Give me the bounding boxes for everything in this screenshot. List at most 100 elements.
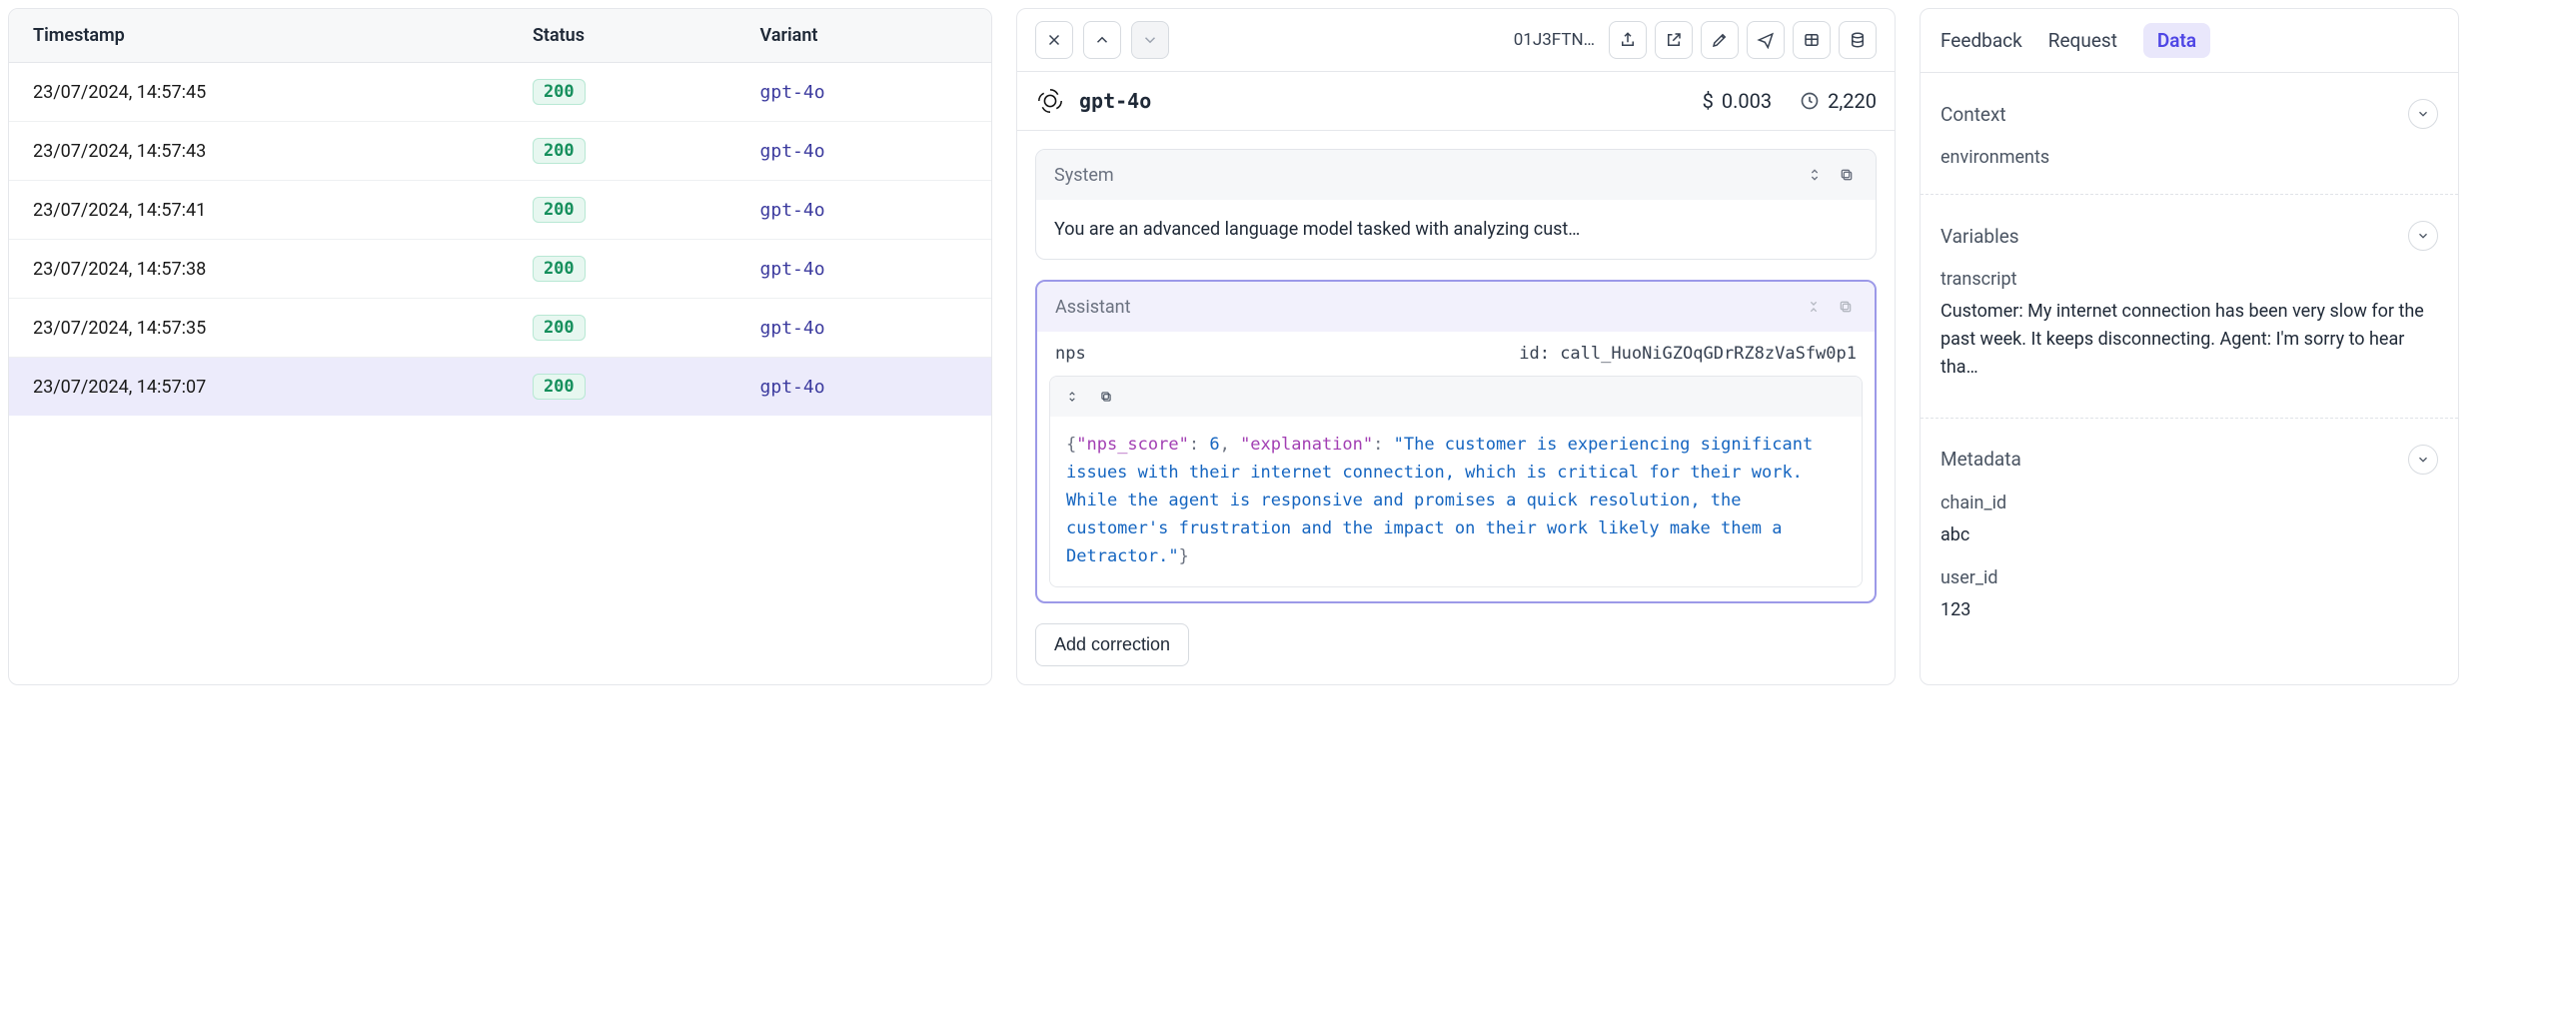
table-row[interactable]: 23/07/2024, 14:57:43 200 gpt-4o — [9, 122, 991, 181]
chevron-up-icon — [1093, 31, 1111, 49]
cell-variant: gpt-4o — [736, 358, 991, 417]
detail-meta: gpt-4o $ 0.003 2,220 — [1017, 72, 1895, 131]
detail-panel: 01J3FTN… gpt-4o — [1016, 8, 1896, 685]
variables-collapse-toggle[interactable] — [2408, 221, 2438, 251]
cell-variant: gpt-4o — [736, 181, 991, 240]
variant-link[interactable]: gpt-4o — [760, 82, 825, 103]
cell-variant: gpt-4o — [736, 63, 991, 122]
cell-status: 200 — [509, 358, 736, 417]
cell-variant: gpt-4o — [736, 240, 991, 299]
metadata-value: abc — [1940, 521, 2438, 549]
detail-toolbar: 01J3FTN… — [1017, 9, 1895, 72]
cell-timestamp: 23/07/2024, 14:57:38 — [9, 240, 509, 299]
tab-feedback[interactable]: Feedback — [1940, 29, 2022, 52]
expand-toggle[interactable] — [1804, 164, 1826, 186]
paper-plane-icon — [1757, 31, 1775, 49]
database-icon — [1849, 31, 1867, 49]
chevron-down-icon — [1141, 31, 1159, 49]
system-role-label: System — [1054, 165, 1114, 186]
model-name: gpt-4o — [1079, 89, 1151, 113]
call-id-label: id: — [1519, 344, 1550, 364]
table-row[interactable]: 23/07/2024, 14:57:07 200 gpt-4o — [9, 358, 991, 417]
col-variant[interactable]: Variant — [736, 9, 991, 63]
variable-value: Customer: My internet connection has bee… — [1940, 298, 2438, 382]
pencil-icon — [1711, 31, 1729, 49]
copy-icon — [1099, 390, 1113, 404]
status-badge: 200 — [533, 256, 586, 282]
tokens-value: 2,220 — [1828, 89, 1877, 113]
side-panel: Feedback Request Data Context environmen… — [1920, 8, 2459, 685]
system-message-card: System You are an advanced language mode… — [1035, 149, 1877, 260]
side-tabs: Feedback Request Data — [1921, 9, 2458, 73]
variant-link[interactable]: gpt-4o — [760, 318, 825, 339]
table-row[interactable]: 23/07/2024, 14:57:45200gpt-4o — [9, 63, 991, 122]
cell-variant: gpt-4o — [736, 299, 991, 358]
status-badge: 200 — [533, 79, 586, 105]
detail-actions — [1609, 21, 1877, 59]
assistant-role-label: Assistant — [1055, 297, 1131, 318]
col-status[interactable]: Status — [509, 9, 736, 63]
copy-button[interactable] — [1835, 296, 1857, 318]
code-copy-button[interactable] — [1092, 383, 1120, 411]
cell-status: 200 — [509, 63, 736, 122]
expand-collapse-icon — [1065, 390, 1079, 404]
chevron-down-icon — [2416, 107, 2430, 121]
close-button[interactable] — [1035, 21, 1073, 59]
table-button[interactable] — [1793, 21, 1831, 59]
prev-button[interactable] — [1083, 21, 1121, 59]
send-button[interactable] — [1747, 21, 1785, 59]
cost-value: 0.003 — [1722, 89, 1772, 113]
metadata-value: 123 — [1940, 596, 2438, 624]
copy-button[interactable] — [1836, 164, 1858, 186]
share-button[interactable] — [1609, 21, 1647, 59]
assistant-message-card: Assistant nps id: call_HuoNiGZOqGDrRZ8zV… — [1035, 280, 1877, 603]
cell-timestamp: 23/07/2024, 14:57:41 — [9, 181, 509, 240]
context-section: Context environments — [1921, 73, 2458, 184]
variables-title: Variables — [1940, 225, 2019, 248]
open-external-button[interactable] — [1655, 21, 1693, 59]
metadata-label: chain_id — [1940, 493, 2438, 513]
cell-timestamp: 23/07/2024, 14:57:35 — [9, 299, 509, 358]
openai-logo-icon — [1035, 86, 1065, 116]
status-badge: 200 — [533, 374, 586, 400]
variant-link[interactable]: gpt-4o — [760, 377, 825, 398]
close-icon — [1045, 31, 1063, 49]
cost-display: $ 0.003 — [1703, 89, 1772, 113]
copy-icon — [1838, 299, 1854, 315]
cell-status: 200 — [509, 122, 736, 181]
variables-section: Variables transcript Customer: My intern… — [1921, 194, 2458, 408]
status-badge: 200 — [533, 138, 586, 164]
tool-name: nps — [1055, 344, 1086, 364]
collapse-toggle[interactable] — [1803, 296, 1825, 318]
variant-link[interactable]: gpt-4o — [760, 200, 825, 221]
table-row[interactable]: 23/07/2024, 14:57:41200gpt-4o — [9, 181, 991, 240]
external-link-icon — [1665, 31, 1683, 49]
table-row[interactable]: 23/07/2024, 14:57:35200gpt-4o — [9, 299, 991, 358]
tool-arguments-json: {"nps_score": 6, "explanation": "The cus… — [1050, 417, 1862, 586]
tokens-display: 2,220 — [1800, 89, 1877, 113]
expand-collapse-icon — [1807, 167, 1823, 183]
system-content: You are an advanced language model taske… — [1036, 200, 1876, 259]
cell-status: 200 — [509, 240, 736, 299]
variant-link[interactable]: gpt-4o — [760, 259, 825, 280]
cell-variant: gpt-4o — [736, 122, 991, 181]
edit-button[interactable] — [1701, 21, 1739, 59]
tab-request[interactable]: Request — [2048, 29, 2117, 52]
code-expand-toggle[interactable] — [1058, 383, 1086, 411]
clock-icon — [1800, 91, 1820, 111]
context-collapse-toggle[interactable] — [2408, 99, 2438, 129]
dataset-button[interactable] — [1839, 21, 1877, 59]
cell-timestamp: 23/07/2024, 14:57:07 — [9, 358, 509, 417]
variable-label: transcript — [1940, 269, 2438, 290]
col-timestamp[interactable]: Timestamp — [9, 9, 509, 63]
cell-timestamp: 23/07/2024, 14:57:43 — [9, 122, 509, 181]
metadata-label: user_id — [1940, 567, 2438, 588]
tab-data[interactable]: Data — [2143, 23, 2210, 58]
table-row[interactable]: 23/07/2024, 14:57:38 200 gpt-4o — [9, 240, 991, 299]
share-icon — [1619, 31, 1637, 49]
context-item-label: environments — [1940, 147, 2438, 168]
add-correction-button[interactable]: Add correction — [1035, 623, 1189, 666]
variant-link[interactable]: gpt-4o — [760, 141, 825, 162]
metadata-collapse-toggle[interactable] — [2408, 445, 2438, 475]
dollar-icon: $ — [1703, 89, 1714, 113]
